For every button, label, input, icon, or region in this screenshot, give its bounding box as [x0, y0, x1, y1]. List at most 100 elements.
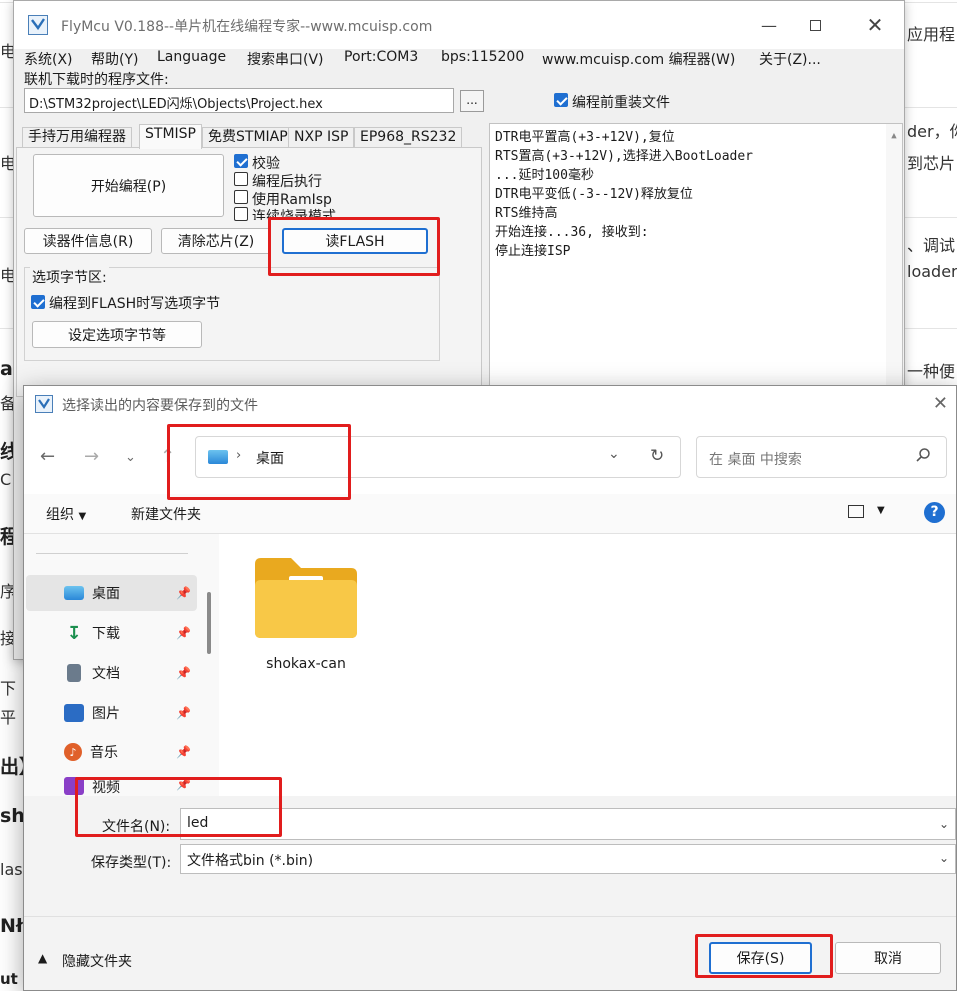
- cancel-button[interactable]: 取消: [835, 942, 941, 974]
- address-current-folder[interactable]: 桌面: [256, 448, 284, 468]
- address-dropdown-icon[interactable]: ⌄: [608, 446, 620, 462]
- view-mode-icon[interactable]: [848, 505, 864, 518]
- article-text: 出】: [0, 756, 23, 778]
- search-placeholder: 在 桌面 中搜索: [709, 452, 802, 468]
- erase-chip-button[interactable]: 清除芯片(Z): [161, 228, 271, 254]
- sidebar-item-documents[interactable]: 文档 📌: [26, 655, 197, 691]
- tab-nxp-isp[interactable]: NXP ISP: [288, 127, 355, 148]
- breadcrumb-chevron-icon: ›: [236, 448, 242, 463]
- filename-dropdown-icon[interactable]: ⌄: [939, 817, 949, 831]
- sidebar-item-downloads[interactable]: ↧ 下载 📌: [26, 615, 197, 651]
- menu-about[interactable]: 关于(Z)...: [759, 49, 821, 69]
- chevron-up-icon[interactable]: ▲: [38, 951, 47, 965]
- menu-system[interactable]: 系统(X): [24, 49, 73, 69]
- file-item-folder[interactable]: {} shokax-can: [251, 552, 361, 682]
- article-text: 、调试: [907, 236, 956, 255]
- tab-strip: 手持万用编程器 STMISP 免费STMIAP NXP ISP EP968_RS…: [16, 124, 482, 149]
- back-arrow-icon[interactable]: ←: [40, 446, 55, 467]
- sidebar-item-videos[interactable]: 视频 📌: [26, 772, 197, 796]
- tab-stmisp[interactable]: STMISP: [139, 124, 202, 149]
- filetype-label: 保存类型(T):: [91, 855, 172, 871]
- menu-port[interactable]: Port:COM3: [344, 49, 418, 65]
- menu-help[interactable]: 帮助(Y): [91, 49, 138, 69]
- log-line: RTS置高(+3-+12V),选择进入BootLoader: [495, 149, 754, 164]
- menu-language[interactable]: Language: [157, 49, 226, 65]
- log-scrollbar[interactable]: ▲: [886, 124, 902, 392]
- article-text: loader: [907, 262, 957, 281]
- sidebar-item-pictures[interactable]: 图片 📌: [26, 695, 197, 731]
- search-icon[interactable]: [915, 447, 931, 467]
- filename-input[interactable]: led ⌄: [180, 808, 956, 840]
- new-folder-button[interactable]: 新建文件夹: [131, 504, 201, 524]
- read-device-info-button[interactable]: 读器件信息(R): [24, 228, 152, 254]
- tab-ep968[interactable]: EP968_RS232: [354, 127, 463, 148]
- sidebar-item-desktop[interactable]: 桌面 📌: [26, 575, 197, 611]
- maximize-icon[interactable]: [792, 9, 838, 41]
- tab-stmiap[interactable]: 免费STMIAP: [202, 127, 294, 148]
- menu-search-port[interactable]: 搜索串口(V): [247, 49, 324, 69]
- dialog-titlebar[interactable]: 选择读出的内容要保存到的文件 ✕: [24, 386, 956, 422]
- start-program-button[interactable]: 开始编程(P): [33, 154, 224, 217]
- article-text: 电: [0, 266, 13, 285]
- browse-button[interactable]: ...: [460, 90, 484, 112]
- article-text: 下: [0, 679, 17, 698]
- use-ramisp-checkbox[interactable]: [234, 190, 248, 204]
- pin-icon[interactable]: 📌: [176, 777, 191, 791]
- filename-value: led: [187, 815, 209, 831]
- run-after-program-checkbox[interactable]: [234, 172, 248, 186]
- scroll-up-icon[interactable]: ▲: [886, 127, 902, 146]
- filetype-dropdown-icon[interactable]: ⌄: [939, 851, 949, 865]
- close-icon[interactable]: ✕: [852, 9, 898, 41]
- search-box[interactable]: 在 桌面 中搜索: [696, 436, 947, 478]
- menu-programmer[interactable]: www.mcuisp.com 编程器(W): [542, 49, 735, 69]
- reload-checkbox[interactable]: [554, 93, 568, 107]
- sidebar-item-label: 文档: [92, 666, 120, 682]
- pin-icon[interactable]: 📌: [176, 586, 191, 600]
- recent-chevron-icon[interactable]: ⌄: [125, 450, 136, 465]
- article-text: 应用程: [907, 25, 956, 44]
- set-option-bytes-button[interactable]: 设定选项字节等: [32, 321, 202, 348]
- sidebar-item-label: 视频: [92, 780, 120, 796]
- pin-icon[interactable]: 📌: [176, 666, 191, 680]
- save-button[interactable]: 保存(S): [709, 942, 812, 974]
- filetype-value: 文件格式bin (*.bin): [187, 853, 314, 869]
- organize-menu[interactable]: 组织 ▼: [46, 504, 86, 524]
- pin-icon[interactable]: 📌: [176, 626, 191, 640]
- view-dropdown-icon[interactable]: ▼: [877, 505, 885, 516]
- hide-folders-toggle[interactable]: 隐藏文件夹: [62, 951, 132, 971]
- sidebar-item-music[interactable]: ♪ 音乐 📌: [26, 734, 197, 770]
- minimize-icon[interactable]: —: [746, 9, 792, 41]
- flymcu-titlebar[interactable]: FlyMcu V0.188--单片机在线编程专家--www.mcuisp.com…: [14, 1, 904, 49]
- pin-icon[interactable]: 📌: [176, 745, 191, 759]
- video-icon: [64, 777, 84, 795]
- music-icon: ♪: [64, 743, 82, 761]
- dialog-close-icon[interactable]: ✕: [933, 393, 948, 414]
- option-bytes-group-label: 选项字节区:: [30, 267, 109, 287]
- forward-arrow-icon[interactable]: →: [84, 446, 99, 467]
- help-icon[interactable]: ?: [924, 502, 945, 523]
- log-line: 停止连接ISP: [495, 244, 571, 259]
- document-icon: [67, 664, 81, 682]
- log-line: 开始连接...36, 接收到:: [495, 225, 649, 240]
- refresh-icon[interactable]: ↻: [650, 446, 664, 466]
- up-arrow-icon[interactable]: ↑: [160, 446, 175, 467]
- verify-checkbox[interactable]: [234, 154, 248, 168]
- log-output[interactable]: DTR电平置高(+3-+12V),复位 RTS置高(+3-+12V),选择进入B…: [489, 123, 903, 393]
- menu-bps[interactable]: bps:115200: [441, 49, 524, 65]
- article-text: Nł: [0, 915, 23, 937]
- program-file-path-input[interactable]: D:\STM32project\LED闪烁\Objects\Project.he…: [24, 88, 454, 113]
- sidebar-scrollbar[interactable]: [207, 592, 211, 654]
- organize-label: 组织: [46, 507, 74, 523]
- window-title: FlyMcu V0.188--单片机在线编程专家--www.mcuisp.com: [61, 19, 433, 35]
- article-text: las: [0, 860, 23, 879]
- filetype-select[interactable]: 文件格式bin (*.bin) ⌄: [180, 844, 956, 874]
- continuous-mode-checkbox[interactable]: [234, 207, 248, 221]
- read-flash-button[interactable]: 读FLASH: [282, 228, 428, 254]
- address-bar[interactable]: › 桌面 ⌄ ↻: [195, 436, 681, 478]
- tab-handheld[interactable]: 手持万用编程器: [22, 127, 132, 148]
- flymcu-logo-icon: [28, 15, 48, 35]
- write-option-bytes-checkbox[interactable]: [31, 295, 45, 309]
- file-item-name: shokax-can: [266, 656, 346, 672]
- menubar: 系统(X) 帮助(Y) Language 搜索串口(V) Port:COM3 b…: [14, 49, 904, 69]
- pin-icon[interactable]: 📌: [176, 706, 191, 720]
